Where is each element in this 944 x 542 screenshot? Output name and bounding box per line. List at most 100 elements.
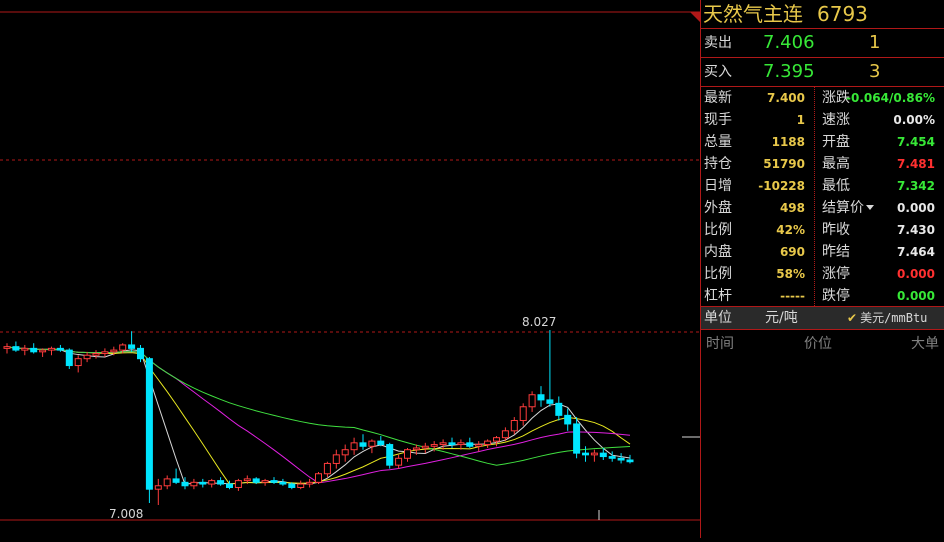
candle-body <box>39 349 47 353</box>
candle-body <box>83 354 91 360</box>
candle-body <box>306 481 314 485</box>
candle-body <box>270 480 278 483</box>
candle-body <box>30 347 38 353</box>
candle-body <box>395 457 403 466</box>
instrument-name: 天然气主连 <box>703 2 803 26</box>
stats-row: 杠杆 ----- 跌停 0.000 <box>701 285 944 307</box>
stat-value: 51790 <box>763 157 805 171</box>
instrument-title[interactable]: 天然气主连 6793 <box>703 0 868 28</box>
stat-label: 开盘 <box>822 134 850 150</box>
candle-body <box>439 442 447 446</box>
candle-body <box>519 406 527 422</box>
candle-body <box>190 481 198 487</box>
candle-body <box>599 452 607 458</box>
stat-value: 7.481 <box>897 157 935 171</box>
candle-body <box>368 440 376 447</box>
candle-body <box>56 347 64 351</box>
stat-label: 昨收 <box>822 222 850 238</box>
candle-body <box>582 452 589 456</box>
sell-row[interactable]: 卖出 7.406 1 <box>701 29 944 57</box>
candle-body <box>261 480 269 483</box>
stat-value: 0.000 <box>897 201 935 215</box>
candle-body <box>421 445 429 449</box>
stat-value: 690 <box>779 245 805 259</box>
candle-body <box>457 442 465 446</box>
stat-value: -10228 <box>758 179 805 193</box>
kline-chart[interactable]: 8.027 7.008 <box>0 0 700 538</box>
stats-row: 现手 1 速涨 0.00% <box>701 109 944 131</box>
candle-body <box>537 394 545 401</box>
candle-body <box>510 420 518 432</box>
candle-body <box>154 485 162 490</box>
stat-label: 持仓 <box>704 156 732 172</box>
moving-average-line <box>6 346 631 485</box>
stats-row: 日增 -10228 最低 7.342 <box>701 175 944 197</box>
candle-body <box>475 444 483 447</box>
stat-value: 7.464 <box>897 245 935 259</box>
sell-volume: 1 <box>869 32 881 53</box>
stat-value: 0.00% <box>893 113 935 127</box>
stat-label: 昨结 <box>822 244 850 260</box>
candle-body <box>404 449 411 459</box>
dropdown-caret-icon[interactable] <box>866 205 874 210</box>
candle-body <box>332 454 340 464</box>
buy-volume: 3 <box>869 61 881 82</box>
candle-body <box>279 481 287 485</box>
stat-label[interactable]: 结算价 <box>822 197 864 219</box>
stat-label: 比例 <box>704 222 732 238</box>
check-icon: ✔ <box>847 311 858 325</box>
candle-body <box>172 478 180 483</box>
candle-body <box>163 478 171 487</box>
candle-body <box>448 442 456 446</box>
candle-body <box>74 358 82 367</box>
candle-body <box>546 399 554 404</box>
stat-value: 0.000 <box>897 289 935 303</box>
stat-value: 1 <box>796 113 805 127</box>
candle-body <box>181 481 189 487</box>
stat-value: -0.064/0.86% <box>846 91 935 105</box>
stat-value: 7.454 <box>897 135 935 149</box>
candle-body <box>386 444 394 466</box>
candle-body <box>48 347 55 351</box>
candle-body <box>350 442 358 451</box>
candle-body <box>573 423 581 454</box>
stat-label: 跌停 <box>822 288 850 304</box>
stats-row: 总量 1188 开盘 7.454 <box>701 131 944 153</box>
candle-body <box>493 437 500 442</box>
stats-row: 持仓 51790 最高 7.481 <box>701 153 944 175</box>
sell-price: 7.406 <box>763 32 815 53</box>
buy-label: 买入 <box>704 64 732 80</box>
stats-row: 最新 7.400 涨跌 -0.064/0.86% <box>701 87 944 109</box>
candle-body <box>3 346 11 349</box>
candle-body <box>12 346 20 351</box>
candle-body <box>484 440 492 446</box>
candle-body <box>297 483 305 488</box>
stat-value: 498 <box>779 201 805 215</box>
stat-value: ----- <box>780 289 805 303</box>
stat-label: 最低 <box>822 178 850 194</box>
candle-body <box>590 452 598 456</box>
stat-label: 内盘 <box>704 244 732 260</box>
moving-average-line <box>6 346 631 466</box>
usd-unit-toggle[interactable]: ✔ 美元/mmBtu <box>847 307 927 329</box>
candle-body <box>377 440 385 446</box>
divider <box>701 329 944 330</box>
stat-value: 0.000 <box>897 267 935 281</box>
candle-body <box>430 444 438 447</box>
candle-body <box>252 478 260 483</box>
unit-label: 单位 <box>704 310 732 326</box>
candle-body <box>564 414 572 425</box>
candle-body <box>608 456 616 459</box>
unit-value[interactable]: 元/吨 <box>765 307 798 329</box>
stats-grid: 最新 7.400 涨跌 -0.064/0.86% 现手 1 速涨 0.00% 总量 1188 开盘 7… <box>701 87 944 307</box>
col-time: 时间 <box>706 336 734 352</box>
candle-body <box>234 480 242 488</box>
unit-bar[interactable]: 单位 元/吨 ✔ 美元/mmBtu <box>701 307 944 329</box>
tick-table-header: 时间 价位 大单 <box>701 333 944 355</box>
buy-row[interactable]: 买入 7.395 3 <box>701 58 944 86</box>
candle-body <box>199 481 207 485</box>
col-big-order: 大单 <box>911 336 939 352</box>
stat-value: 7.342 <box>897 179 935 193</box>
stat-label: 比例 <box>704 266 732 282</box>
candle-body <box>21 347 29 351</box>
